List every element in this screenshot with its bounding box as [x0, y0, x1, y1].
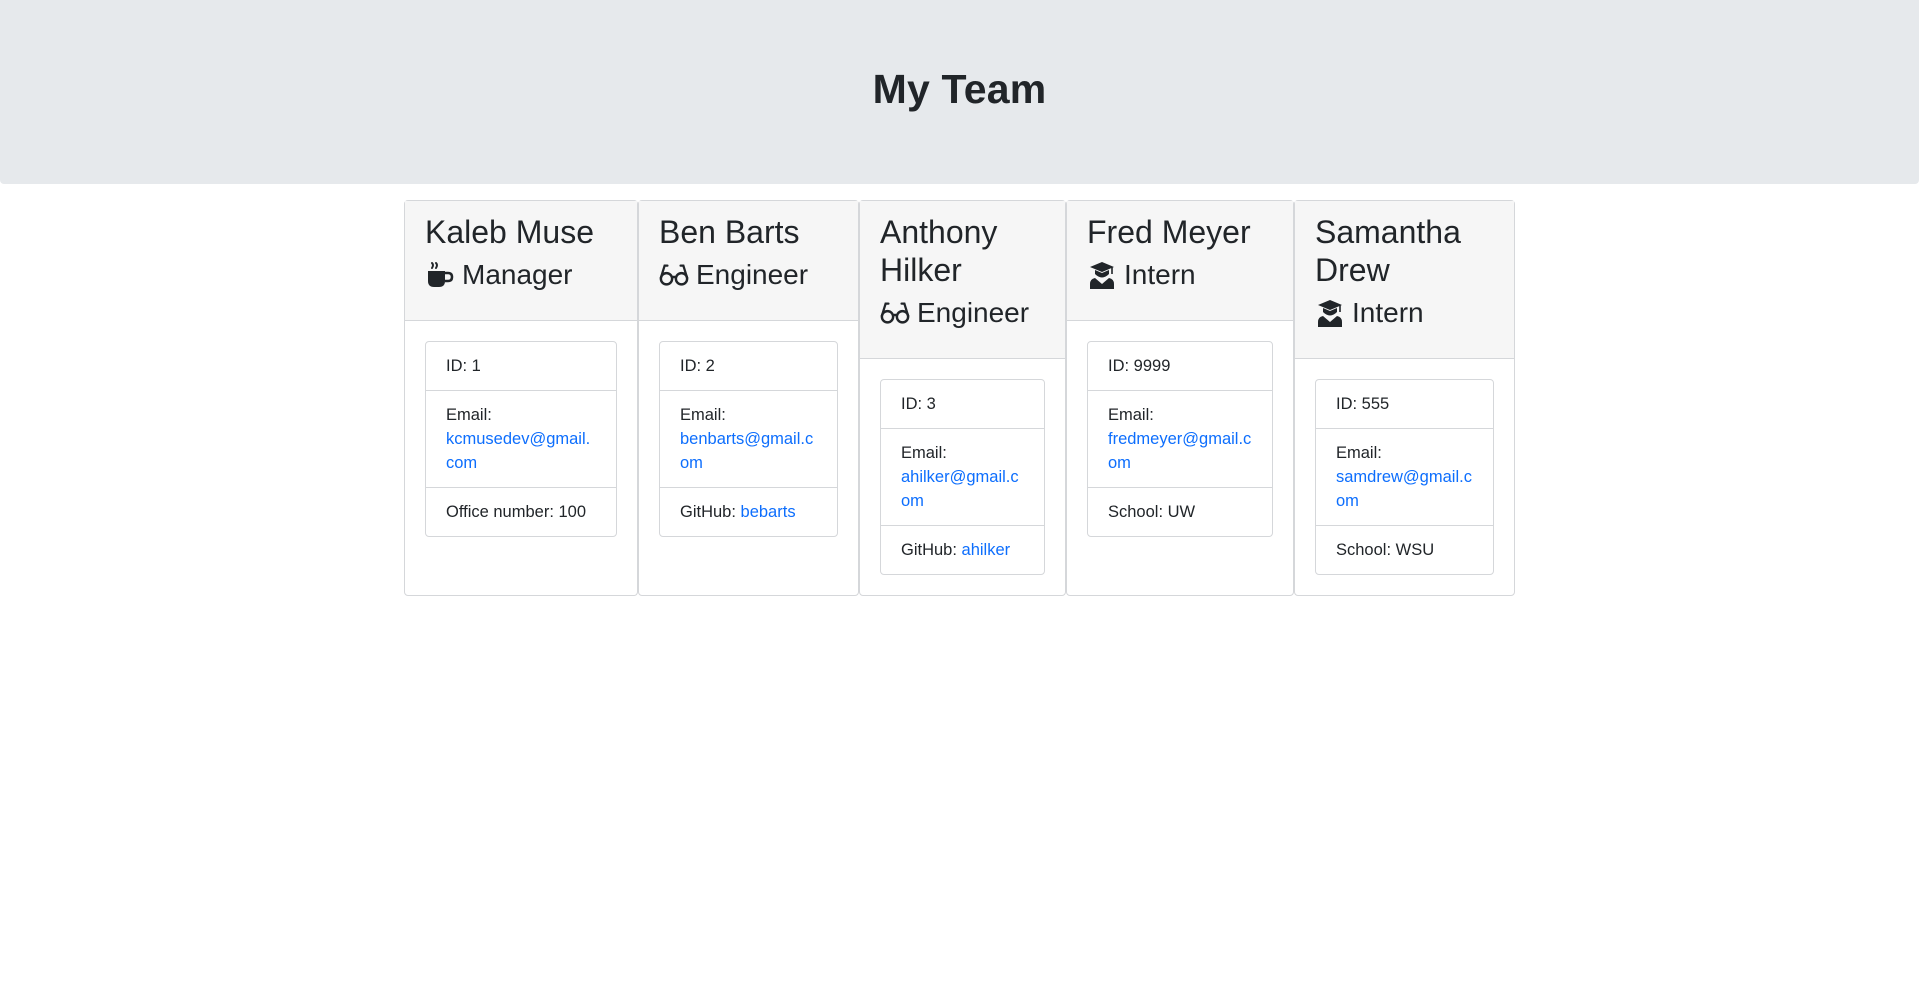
github-row: GitHub: bebarts [660, 488, 837, 536]
email-link[interactable]: benbarts@gmail.com [680, 430, 813, 472]
coffee-icon [425, 260, 455, 290]
employee-name: Ben Barts [659, 214, 800, 250]
email-link[interactable]: fredmeyer@gmail.com [1108, 430, 1251, 472]
card-header: Ben Barts Engineer [639, 201, 858, 321]
employee-role: Engineer [880, 289, 1045, 342]
card-body: ID: 2 Email: benbarts@gmail.com GitHub: … [639, 321, 858, 557]
email-label: Email: [446, 406, 492, 424]
employee-details: ID: 9999 Email: fredmeyer@gmail.com Scho… [1087, 341, 1273, 537]
school-row: School: WSU [1336, 541, 1435, 559]
employee-email-row: Email: ahilker@gmail.com [881, 429, 1044, 526]
employee-role: Intern [1087, 251, 1273, 304]
office-number: Office number: 100 [446, 503, 587, 521]
email-link[interactable]: samdrew@gmail.com [1336, 468, 1472, 510]
employee-name: Samantha Drew [1315, 214, 1461, 288]
page-title: My Team [872, 65, 1047, 112]
employee-role: Engineer [659, 251, 838, 304]
employee-name: Fred Meyer [1087, 214, 1251, 250]
employee-details: ID: 1 Email: kcmusedev@gmail.com Office … [425, 341, 617, 537]
graduate-icon [1087, 260, 1117, 290]
github-link[interactable]: ahilker [962, 541, 1011, 559]
employee-id: ID: 9999 [1088, 342, 1272, 391]
github-row: GitHub: ahilker [881, 526, 1044, 574]
employee-name: Kaleb Muse [425, 214, 594, 250]
employee-id: ID: 2 [660, 342, 837, 391]
employee-card-intern: Fred Meyer Intern ID: 9999 Email: fredme… [1066, 200, 1294, 596]
card-header: Samantha Drew Intern [1295, 201, 1514, 359]
email-label: Email: [1108, 406, 1154, 424]
team-cards: Kaleb Muse Manager ID: 1 Email: kcmusede… [404, 200, 1515, 596]
employee-name: Anthony Hilker [880, 214, 998, 288]
employee-email-row: Email: benbarts@gmail.com [660, 391, 837, 488]
email-label: Email: [1336, 444, 1382, 462]
email-label: Email: [901, 444, 947, 462]
card-header: Anthony Hilker Engineer [860, 201, 1065, 359]
employee-role-label: Intern [1352, 297, 1424, 328]
card-body: ID: 1 Email: kcmusedev@gmail.com Office … [405, 321, 637, 557]
employee-id: ID: 555 [1316, 380, 1493, 429]
github-link[interactable]: bebarts [741, 503, 796, 521]
page-header: My Team [0, 0, 1919, 184]
card-body: ID: 555 Email: samdrew@gmail.com School:… [1295, 359, 1514, 595]
employee-id: ID: 1 [426, 342, 616, 391]
card-body: ID: 3 Email: ahilker@gmail.com GitHub: a… [860, 359, 1065, 595]
github-label: GitHub: [680, 503, 736, 521]
employee-id: ID: 3 [881, 380, 1044, 429]
card-body: ID: 9999 Email: fredmeyer@gmail.com Scho… [1067, 321, 1293, 557]
employee-role-label: Engineer [917, 297, 1030, 328]
employee-card-manager: Kaleb Muse Manager ID: 1 Email: kcmusede… [404, 200, 638, 596]
employee-card-engineer: Ben Barts Engineer ID: 2 Email: benbarts… [638, 200, 859, 596]
employee-role: Manager [425, 251, 617, 304]
employee-card-engineer: Anthony Hilker Engineer ID: 3 Email: ahi… [859, 200, 1066, 596]
email-link[interactable]: ahilker@gmail.com [901, 468, 1019, 510]
card-header: Fred Meyer Intern [1067, 201, 1293, 321]
employee-role-label: Intern [1124, 259, 1196, 290]
employee-details: ID: 2 Email: benbarts@gmail.com GitHub: … [659, 341, 838, 537]
employee-details: ID: 555 Email: samdrew@gmail.com School:… [1315, 379, 1494, 575]
email-link[interactable]: kcmusedev@gmail.com [446, 430, 590, 472]
school-row: School: UW [1108, 503, 1196, 521]
employee-role-label: Engineer [696, 259, 809, 290]
employee-role-label: Manager [462, 259, 573, 290]
employee-details: ID: 3 Email: ahilker@gmail.com GitHub: a… [880, 379, 1045, 575]
graduate-icon [1315, 298, 1345, 328]
employee-card-intern: Samantha Drew Intern ID: 555 Email: samd… [1294, 200, 1515, 596]
card-header: Kaleb Muse Manager [405, 201, 637, 321]
employee-email-row: Email: fredmeyer@gmail.com [1088, 391, 1272, 488]
glasses-icon [659, 260, 689, 290]
employee-role: Intern [1315, 289, 1494, 342]
github-label: GitHub: [901, 541, 957, 559]
glasses-icon [880, 298, 910, 328]
employee-email-row: Email: samdrew@gmail.com [1316, 429, 1493, 526]
employee-email-row: Email: kcmusedev@gmail.com [426, 391, 616, 488]
email-label: Email: [680, 406, 726, 424]
